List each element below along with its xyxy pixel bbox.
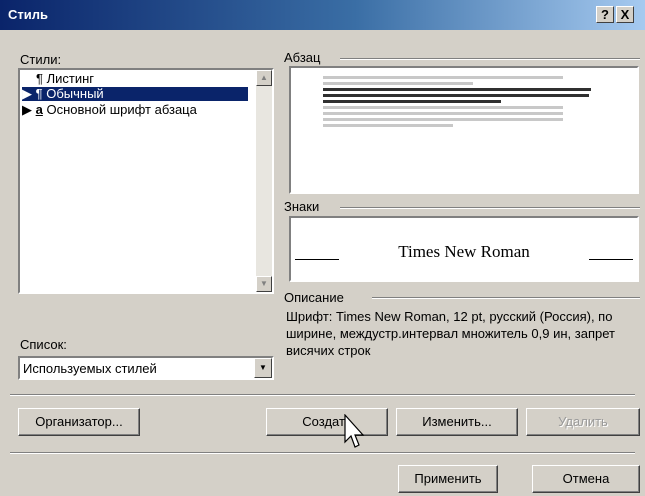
style-name: Листинг [46, 71, 95, 86]
title-bar: Стиль ? X [0, 0, 645, 30]
organizer-button[interactable]: Организатор... [18, 408, 140, 436]
create-button[interactable]: Создать [266, 408, 388, 436]
paragraph-style-icon: ¶ [35, 86, 43, 101]
list-item[interactable]: ¶ Листинг [36, 72, 94, 86]
mouse-cursor-icon [344, 414, 365, 448]
arrow-right-icon: ▶ [22, 102, 32, 117]
chars-preview: Times New Roman [289, 216, 639, 282]
modify-button[interactable]: Изменить... [396, 408, 518, 436]
description-group-line [372, 297, 640, 299]
chevron-down-icon[interactable]: ▼ [254, 358, 272, 378]
style-name: Основной шрифт абзаца [46, 102, 197, 117]
separator [10, 394, 635, 396]
list-item[interactable]: ▶ ¶ Обычный [22, 87, 248, 101]
list-filter-label: Список: [20, 337, 67, 352]
chars-label: Знаки [284, 199, 324, 214]
help-button[interactable]: ? [596, 6, 614, 23]
styles-scrollbar[interactable]: ▲ ▼ [256, 70, 272, 292]
close-button[interactable]: X [616, 6, 634, 23]
paragraph-label: Абзац [284, 50, 325, 65]
delete-button[interactable]: Удалить [526, 408, 640, 436]
separator [10, 452, 635, 454]
chars-group-line [340, 207, 640, 209]
list-item[interactable]: ▶ a Основной шрифт абзаца [22, 103, 197, 117]
paragraph-preview [289, 66, 639, 194]
list-filter-select[interactable]: Используемых стилей ▼ [18, 356, 274, 380]
preview-rule [589, 259, 633, 260]
description-label: Описание [284, 290, 348, 305]
description-text: Шрифт: Times New Roman, 12 pt, русский (… [286, 309, 615, 358]
character-style-icon: a [35, 102, 43, 117]
window-title: Стиль [8, 7, 48, 22]
style-name: Обычный [46, 86, 104, 101]
apply-button[interactable]: Применить [398, 465, 498, 493]
styles-label: Стили: [20, 52, 62, 67]
cancel-button[interactable]: Отмена [532, 465, 640, 493]
list-filter-value: Используемых стилей [23, 361, 157, 376]
scroll-down-icon[interactable]: ▼ [256, 276, 272, 292]
scroll-up-icon[interactable]: ▲ [256, 70, 272, 86]
paragraph-style-icon: ¶ [36, 71, 43, 86]
styles-listbox[interactable]: ¶ Листинг ▶ ¶ Обычный ▶ a Основной шрифт… [18, 68, 274, 294]
paragraph-group-line [340, 58, 640, 60]
arrow-right-icon: ▶ [22, 86, 32, 101]
font-sample: Times New Roman [398, 242, 530, 261]
